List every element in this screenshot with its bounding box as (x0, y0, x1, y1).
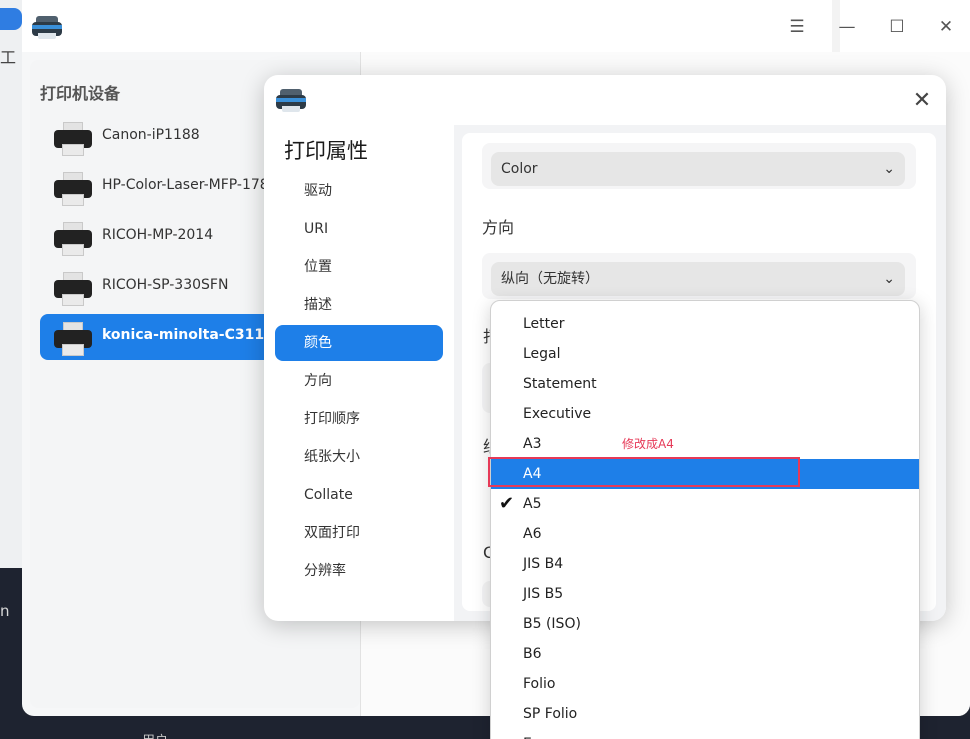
paper-size-option-label: SP Folio (523, 706, 578, 722)
nav-item[interactable]: URI (275, 211, 443, 247)
main-titlebar: ☰ — ☐ ✕ (22, 0, 970, 52)
printer-item[interactable]: konica-minolta-C3110 (40, 314, 280, 360)
paper-size-option[interactable]: Letter (491, 309, 919, 339)
paper-size-option[interactable]: Folio (491, 669, 919, 699)
nav-item[interactable]: 位置 (275, 249, 443, 285)
properties-nav: 打印属性 驱动 URI 位置 描述 颜色 方向 打印顺序 纸张大小 Collate 双面打印 分辨率 (264, 125, 454, 621)
nav-item[interactable]: Collate (275, 477, 443, 513)
dialog-close-icon[interactable]: ✕ (910, 89, 934, 113)
menu-icon[interactable]: ☰ (786, 16, 808, 38)
printer-icon (54, 222, 92, 256)
check-icon: ✔ (499, 493, 515, 514)
printer-icon (54, 272, 92, 306)
annotation-text: 修改成A4 (622, 437, 674, 451)
nav-item[interactable]: 颜色 (275, 325, 443, 361)
paper-size-option-label: JIS B4 (523, 556, 564, 572)
chevron-down-icon: ⌄ (883, 271, 895, 287)
orientation-field: 纵向（无旋转） ⌄ (482, 253, 916, 299)
paper-size-option-label: Folio (523, 676, 556, 692)
paper-size-option[interactable]: A3 (491, 429, 919, 459)
maximize-icon[interactable]: ☐ (886, 16, 908, 38)
paper-size-option[interactable]: JIS B4 (491, 549, 919, 579)
dialog-printer-icon (276, 89, 306, 113)
background-window-button (0, 8, 22, 30)
nav-item[interactable]: 双面打印 (275, 515, 443, 551)
paper-size-option-label: A6 (523, 526, 542, 542)
desktop-left-strip: 工 n (0, 0, 22, 739)
paper-size-option[interactable]: B6 (491, 639, 919, 669)
paper-size-option-label: A3 (523, 436, 542, 452)
paper-size-option[interactable]: SP Folio (491, 699, 919, 729)
paper-size-option[interactable]: A6 (491, 519, 919, 549)
printer-list-heading: 打印机设备 (40, 84, 121, 103)
printer-name: RICOH-SP-330SFN (102, 277, 229, 293)
paper-size-option-label: B6 (523, 646, 542, 662)
printer-app-icon (32, 16, 62, 40)
paper-size-option[interactable]: Exec (491, 729, 919, 739)
paper-size-option-label: A5 (523, 496, 542, 512)
printer-item[interactable]: Canon-iP1188 (40, 114, 280, 160)
color-select-value: Color (501, 161, 538, 177)
nav-item[interactable]: 纸张大小 (275, 439, 443, 475)
chevron-down-icon: ⌄ (883, 161, 895, 177)
paper-size-option-label: Executive (523, 406, 592, 422)
background-glyph: 工 (0, 48, 17, 67)
nav-item[interactable]: 驱动 (275, 173, 443, 209)
color-field: Color ⌄ (482, 143, 916, 189)
printer-item[interactable]: RICOH-SP-330SFN (40, 264, 280, 310)
orientation-select-value: 纵向（无旋转） (501, 271, 599, 287)
nav-item[interactable]: 打印顺序 (275, 401, 443, 437)
paper-size-option[interactable]: Executive (491, 399, 919, 429)
annotation-highlight-box (488, 457, 800, 487)
paper-size-option[interactable]: B5 (ISO) (491, 609, 919, 639)
nav-item[interactable]: 描述 (275, 287, 443, 323)
printer-icon (54, 172, 92, 206)
printer-name: RICOH-MP-2014 (102, 227, 214, 243)
nav-item[interactable]: 方向 (275, 363, 443, 399)
printer-name: konica-minolta-C3110 (102, 327, 274, 343)
background-bottom-text: 用户 (142, 730, 168, 739)
minimize-icon[interactable]: — (836, 16, 858, 38)
color-select[interactable]: Color ⌄ (491, 152, 905, 186)
paper-size-option-label: Statement (523, 376, 597, 392)
orientation-label: 方向 (482, 218, 515, 237)
paper-size-option[interactable]: Statement (491, 369, 919, 399)
paper-size-option[interactable]: ✔ A5 (491, 489, 919, 519)
printer-name: HP-Color-Laser-MFP-178- (102, 177, 274, 193)
paper-size-option[interactable]: Legal (491, 339, 919, 369)
paper-size-option-label: Legal (523, 346, 561, 362)
printer-icon (54, 322, 92, 356)
paper-size-option-label: JIS B5 (523, 586, 564, 602)
printer-item[interactable]: RICOH-MP-2014 (40, 214, 280, 260)
paper-size-option[interactable]: JIS B5 (491, 579, 919, 609)
printer-icon (54, 122, 92, 156)
background-dark-panel: n (0, 568, 22, 739)
nav-item[interactable]: 分辨率 (275, 553, 443, 589)
printer-name: Canon-iP1188 (102, 127, 200, 143)
paper-size-dropdown: Letter Legal Statement Executive A3 A4 ✔ A5 A6 JI… (490, 300, 920, 739)
properties-title: 打印属性 (284, 139, 368, 163)
paper-size-option-label: Letter (523, 316, 565, 332)
printer-item[interactable]: HP-Color-Laser-MFP-178- (40, 164, 280, 210)
close-icon[interactable]: ✕ (935, 16, 957, 38)
background-dark-char: n (0, 602, 10, 620)
orientation-select[interactable]: 纵向（无旋转） ⌄ (491, 262, 905, 296)
paper-size-option-label: B5 (ISO) (523, 616, 581, 632)
